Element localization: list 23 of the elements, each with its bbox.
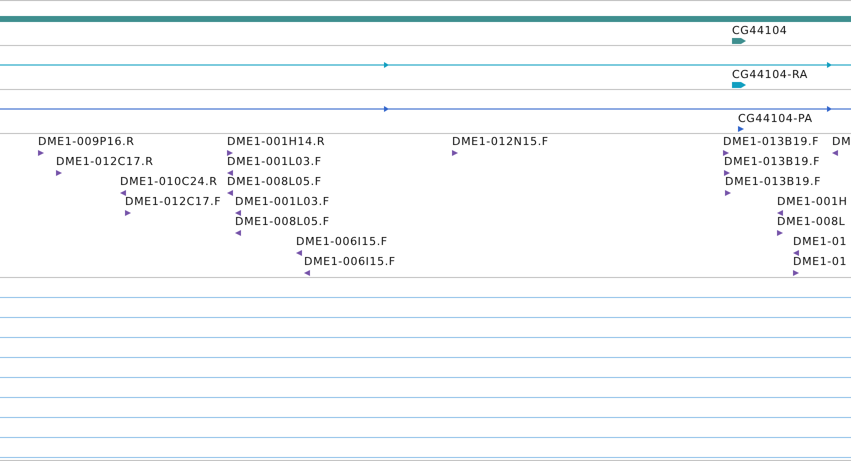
clone-label: DME1-013B19.F (723, 135, 820, 148)
clone-label: DME1-001L03.F (235, 195, 330, 208)
clone-label: DME1-001H14.R (227, 135, 326, 148)
clone-label: DME1-006I15.F (296, 235, 388, 248)
clone-label: DME1-013B19.F (725, 175, 822, 188)
clone-label: DME1-010C24.R (120, 175, 218, 188)
clone-label: DME1-001H (777, 195, 848, 208)
clone-label: DME1-008L05.F (235, 215, 330, 228)
clone-label: DME1-009P16.R (38, 135, 134, 148)
clone-label: DME1-01 (793, 255, 848, 268)
clone-label: DME1-01 (793, 235, 848, 248)
gene-label: CG44104 (732, 24, 788, 37)
clone-label: DM (832, 135, 851, 148)
clone-label: DME1-012C17.F (125, 195, 222, 208)
transcript-label: CG44104-RA (732, 68, 808, 81)
clone-label: DME1-008L05.F (227, 175, 322, 188)
clone-label: DME1-012C17.R (56, 155, 154, 168)
clone-label: DME1-012N15.F (452, 135, 549, 148)
transcript-label: CG44104-PA (738, 112, 813, 125)
clone-label: DME1-006I15.F (304, 255, 396, 268)
clone-label: DME1-013B19.F (724, 155, 820, 168)
clone-label: DME1-008L (777, 215, 846, 228)
clone-label: DME1-001L03.F (227, 155, 322, 168)
